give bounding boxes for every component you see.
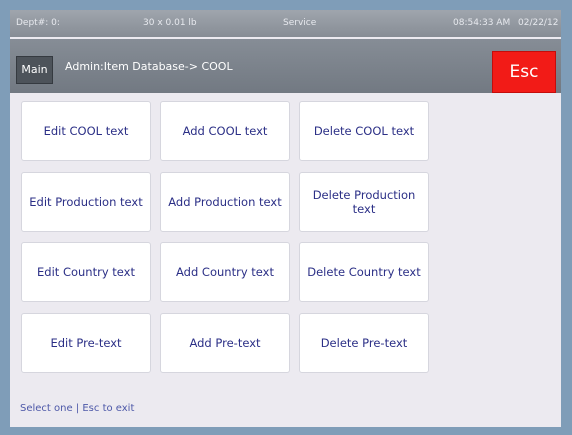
add-production-text-button[interactable]: Add Production text (160, 172, 290, 232)
edit-country-text-button[interactable]: Edit Country text (21, 242, 151, 302)
dept-indicator: Dept#: 0: (16, 18, 60, 28)
delete-cool-text-button[interactable]: Delete COOL text (299, 101, 429, 161)
footer-hint: Select one | Esc to exit (20, 403, 135, 414)
add-cool-text-button[interactable]: Add COOL text (160, 101, 290, 161)
clock-date: 02/22/12 (518, 18, 559, 28)
edit-cool-text-button[interactable]: Edit COOL text (21, 101, 151, 161)
edit-pre-text-button[interactable]: Edit Pre-text (21, 313, 151, 373)
delete-production-text-button[interactable]: Delete Production text (299, 172, 429, 232)
delete-pre-text-button[interactable]: Delete Pre-text (299, 313, 429, 373)
add-pre-text-button[interactable]: Add Pre-text (160, 313, 290, 373)
breadcrumb: Admin:Item Database-> COOL (65, 60, 233, 73)
weight-readout: 30 x 0.01 lb (143, 18, 197, 28)
status-bar: Dept#: 0: 30 x 0.01 lb Service 08:54:33 … (10, 10, 561, 37)
action-grid: Edit COOL text Add COOL text Delete COOL… (21, 101, 441, 373)
scale-screen: Dept#: 0: 30 x 0.01 lb Service 08:54:33 … (10, 10, 561, 427)
clock-time: 08:54:33 AM (453, 18, 511, 28)
esc-button[interactable]: Esc (492, 51, 556, 93)
add-country-text-button[interactable]: Add Country text (160, 242, 290, 302)
edit-production-text-button[interactable]: Edit Production text (21, 172, 151, 232)
main-button[interactable]: Main (16, 56, 53, 84)
header-bar: Main Admin:Item Database-> COOL Esc (10, 39, 561, 93)
mode-indicator: Service (283, 18, 317, 28)
delete-country-text-button[interactable]: Delete Country text (299, 242, 429, 302)
